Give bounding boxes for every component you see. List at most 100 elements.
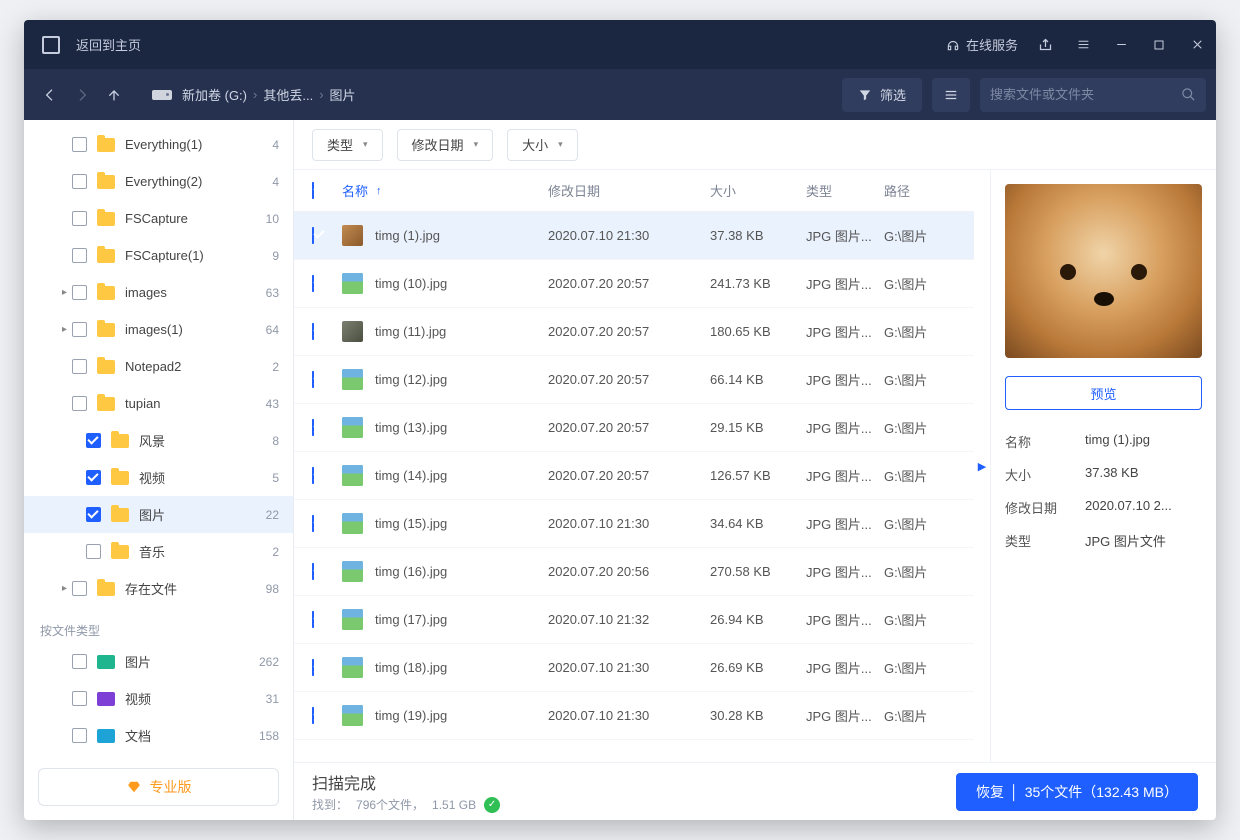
file-name: timg (15).jpg <box>375 516 447 531</box>
file-type: JPG 图片... <box>806 466 884 485</box>
row-checkbox[interactable] <box>312 323 314 340</box>
table-row[interactable]: timg (19).jpg2020.07.10 21:3030.28 KBJPG… <box>294 692 974 740</box>
tree-checkbox[interactable] <box>86 544 101 559</box>
table-row[interactable]: timg (18).jpg2020.07.10 21:3026.69 KBJPG… <box>294 644 974 692</box>
table-row[interactable]: timg (1).jpg2020.07.10 21:3037.38 KBJPG … <box>294 212 974 260</box>
online-service-link[interactable]: 在线服务 <box>946 35 1018 54</box>
row-checkbox[interactable] <box>312 419 314 436</box>
preview-button[interactable]: 预览 <box>1005 376 1202 410</box>
pro-version-button[interactable]: 专业版 <box>38 768 279 806</box>
tree-checkbox[interactable] <box>72 322 87 337</box>
filter-size[interactable]: 大小▾ <box>507 129 578 161</box>
nav-back-button[interactable] <box>34 79 66 111</box>
table-row[interactable]: timg (11).jpg2020.07.20 20:57180.65 KBJP… <box>294 308 974 356</box>
search-input[interactable] <box>990 87 1181 102</box>
tree-checkbox[interactable] <box>72 137 87 152</box>
tree-item[interactable]: FSCapture10 <box>24 200 293 237</box>
tree-item[interactable]: 音乐2 <box>24 533 293 570</box>
tree-item[interactable]: FSCapture(1)9 <box>24 237 293 274</box>
tree-item[interactable]: Everything(2)4 <box>24 163 293 200</box>
nav-up-button[interactable] <box>98 79 130 111</box>
tree-checkbox[interactable] <box>72 248 87 263</box>
table-row[interactable]: timg (12).jpg2020.07.20 20:5766.14 KBJPG… <box>294 356 974 404</box>
view-mode-button[interactable] <box>932 78 970 112</box>
table-row[interactable]: timg (10).jpg2020.07.20 20:57241.73 KBJP… <box>294 260 974 308</box>
filter-button[interactable]: 筛选 <box>842 78 922 112</box>
tree-item[interactable]: 图片22 <box>24 496 293 533</box>
category-item[interactable]: 图片262 <box>24 643 293 680</box>
table-row[interactable]: timg (13).jpg2020.07.20 20:5729.15 KBJPG… <box>294 404 974 452</box>
tree-item[interactable]: tupian43 <box>24 385 293 422</box>
tree-item[interactable]: ▸images63 <box>24 274 293 311</box>
tree-item[interactable]: ▸images(1)64 <box>24 311 293 348</box>
row-checkbox[interactable] <box>312 467 314 484</box>
column-date[interactable]: 修改日期 <box>548 181 710 200</box>
table-row[interactable]: timg (14).jpg2020.07.20 20:57126.57 KBJP… <box>294 452 974 500</box>
tree-checkbox[interactable] <box>72 396 87 411</box>
tree-item[interactable]: ▸存在文件98 <box>24 570 293 607</box>
tree-checkbox[interactable] <box>86 470 101 485</box>
column-size[interactable]: 大小 <box>710 181 806 200</box>
select-all-checkbox[interactable] <box>312 182 314 199</box>
file-date: 2020.07.10 21:30 <box>548 708 710 723</box>
column-path[interactable]: 路径 <box>884 181 956 200</box>
row-checkbox[interactable] <box>312 563 314 580</box>
category-checkbox[interactable] <box>72 691 87 706</box>
column-name[interactable]: 名称↑ <box>342 181 548 200</box>
file-date: 2020.07.10 21:30 <box>548 516 710 531</box>
category-item[interactable]: 文档158 <box>24 717 293 754</box>
crumb-folder[interactable]: 其他丢... <box>263 85 313 104</box>
category-checkbox[interactable] <box>72 654 87 669</box>
filter-date[interactable]: 修改日期▾ <box>397 129 494 161</box>
filter-type[interactable]: 类型▾ <box>312 129 383 161</box>
row-checkbox[interactable] <box>312 659 314 676</box>
tree-checkbox[interactable] <box>72 581 87 596</box>
recover-button[interactable]: 恢复 │ 35个文件（132.43 MB） <box>956 773 1198 811</box>
tree-checkbox[interactable] <box>86 433 101 448</box>
tree-item[interactable]: 视频5 <box>24 459 293 496</box>
tree-checkbox[interactable] <box>72 174 87 189</box>
expand-icon[interactable]: ▸ <box>62 287 72 298</box>
toolbar: 新加卷 (G:)› 其他丢...› 图片 筛选 <box>24 69 1216 120</box>
tree-checkbox[interactable] <box>72 359 87 374</box>
tree-item[interactable]: Notepad22 <box>24 348 293 385</box>
home-icon[interactable] <box>42 36 60 54</box>
table-row[interactable]: timg (17).jpg2020.07.10 21:3226.94 KBJPG… <box>294 596 974 644</box>
online-service-label: 在线服务 <box>966 35 1018 54</box>
expand-icon[interactable]: ▸ <box>62 583 72 594</box>
row-checkbox[interactable] <box>312 707 314 724</box>
back-to-home-link[interactable]: 返回到主页 <box>76 35 141 54</box>
tree-count: 64 <box>266 323 279 337</box>
search-box[interactable] <box>980 78 1206 112</box>
file-size: 126.57 KB <box>710 468 806 483</box>
crumb-current[interactable]: 图片 <box>330 85 356 104</box>
table-row[interactable]: timg (16).jpg2020.07.20 20:56270.58 KBJP… <box>294 548 974 596</box>
nav-forward-button[interactable] <box>66 79 98 111</box>
preview-toggle[interactable]: ▶ <box>974 170 990 762</box>
row-checkbox[interactable] <box>312 227 314 244</box>
column-type[interactable]: 类型 <box>806 181 884 200</box>
close-button[interactable] <box>1178 20 1216 69</box>
minimize-button[interactable] <box>1102 20 1140 69</box>
row-checkbox[interactable] <box>312 515 314 532</box>
share-icon[interactable] <box>1026 20 1064 69</box>
file-date: 2020.07.20 20:57 <box>548 276 710 291</box>
tree-item[interactable]: Everything(1)4 <box>24 126 293 163</box>
menu-icon[interactable] <box>1064 20 1102 69</box>
breadcrumb: 新加卷 (G:)› 其他丢...› 图片 <box>182 85 356 104</box>
file-type: JPG 图片... <box>806 610 884 629</box>
tree-checkbox[interactable] <box>86 507 101 522</box>
tree-item[interactable]: 风景8 <box>24 422 293 459</box>
row-checkbox[interactable] <box>312 611 314 628</box>
tree-checkbox[interactable] <box>72 211 87 226</box>
category-item[interactable]: 视频31 <box>24 680 293 717</box>
crumb-drive[interactable]: 新加卷 (G:) <box>182 85 247 104</box>
maximize-button[interactable] <box>1140 20 1178 69</box>
tree-checkbox[interactable] <box>72 285 87 300</box>
row-checkbox[interactable] <box>312 275 314 292</box>
file-date: 2020.07.10 21:30 <box>548 228 710 243</box>
expand-icon[interactable]: ▸ <box>62 324 72 335</box>
category-checkbox[interactable] <box>72 728 87 743</box>
row-checkbox[interactable] <box>312 371 314 388</box>
table-row[interactable]: timg (15).jpg2020.07.10 21:3034.64 KBJPG… <box>294 500 974 548</box>
